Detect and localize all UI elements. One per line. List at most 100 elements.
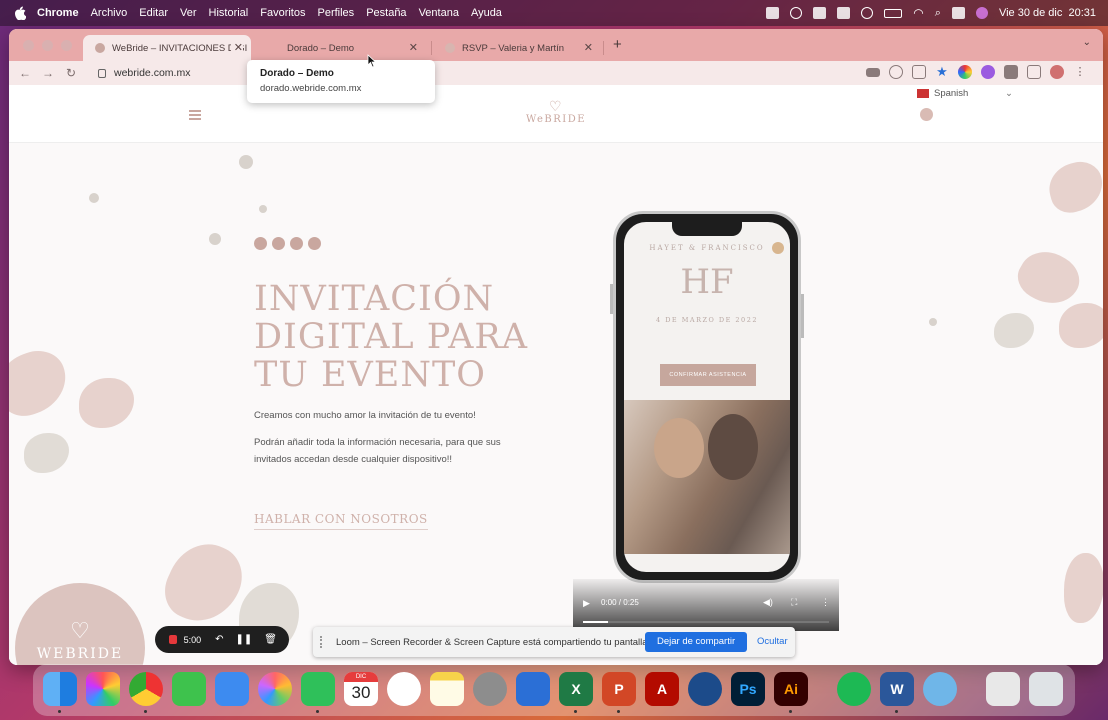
airdrop-icon[interactable] — [387, 672, 421, 706]
drag-handle-icon[interactable] — [320, 636, 326, 648]
play-status-icon[interactable] — [861, 7, 874, 19]
trash-can-icon[interactable] — [1029, 672, 1063, 706]
notes-icon[interactable] — [430, 672, 464, 706]
share-icon[interactable] — [912, 65, 926, 79]
confirm-attendance-button[interactable]: CONFIRMAR ASISTENCIA — [660, 364, 756, 386]
spotify-icon[interactable] — [837, 672, 871, 706]
language-selector[interactable]: Spanish ⌄ — [917, 88, 1013, 99]
facebook-icon[interactable] — [254, 237, 267, 250]
color-extension-icon[interactable] — [958, 65, 972, 79]
stop-sharing-button[interactable]: Dejar de compartir — [645, 632, 748, 652]
tab-separator — [431, 41, 432, 55]
spotlight-search-icon[interactable]: ⌕ — [935, 7, 941, 20]
menu-favoritos[interactable]: Favoritos — [260, 7, 305, 19]
video-progress-track[interactable] — [583, 621, 829, 623]
excel-icon[interactable]: X — [559, 672, 593, 706]
screen-record-icon[interactable] — [790, 7, 803, 19]
calendar-icon[interactable]: DIC 30 — [344, 672, 378, 706]
menu-archivo[interactable]: Archivo — [91, 7, 128, 19]
menu-ventana[interactable]: Ventana — [419, 7, 459, 19]
fullscreen-icon[interactable]: ⛶ — [791, 597, 797, 608]
address-bar[interactable]: webride.com.mx — [89, 63, 789, 83]
mail-icon[interactable] — [215, 672, 249, 706]
play-icon[interactable]: ▶ — [583, 598, 590, 609]
menu-ver[interactable]: Ver — [180, 7, 197, 19]
tab-webride[interactable]: WeBride – INVITACIONES DIGI ✕ — [83, 35, 251, 61]
forward-arrow-icon[interactable]: → — [41, 66, 55, 80]
site-header: ♡ WeBRIDE Spanish ⌄ — [9, 85, 1103, 143]
control-center-icon[interactable] — [951, 7, 965, 19]
camera-icon[interactable] — [866, 67, 880, 77]
menu-editar[interactable]: Editar — [139, 7, 168, 19]
url-text[interactable]: webride.com.mx — [114, 67, 190, 79]
couple-photo — [624, 400, 790, 554]
launchpad-icon[interactable] — [86, 672, 120, 706]
tab-search-chevron-icon[interactable]: ⌄ — [1083, 37, 1091, 48]
finder-face-icon[interactable] — [923, 672, 957, 706]
lock-icon[interactable] — [98, 68, 106, 78]
undo-icon[interactable]: ↶ — [215, 634, 223, 645]
bookmark-star-icon[interactable]: ★ — [935, 65, 949, 79]
tiktok-icon[interactable] — [308, 237, 321, 250]
finder-icon[interactable] — [43, 672, 77, 706]
back-arrow-icon[interactable]: ← — [18, 66, 32, 80]
documents-stack-icon[interactable] — [986, 672, 1020, 706]
zoom-window-button[interactable] — [61, 40, 72, 51]
phone-menu-icon[interactable] — [772, 242, 784, 254]
tab-hover-tooltip: Dorado – Demo dorado.webride.com.mx — [247, 60, 435, 103]
macos-dock: DIC 30 X P A Ps Ai W — [33, 664, 1075, 716]
word-icon[interactable]: W — [880, 672, 914, 706]
system-settings-icon[interactable] — [473, 672, 507, 706]
gear-extension-icon[interactable] — [981, 65, 995, 79]
photos-icon[interactable] — [258, 672, 292, 706]
close-window-button[interactable] — [23, 40, 34, 51]
instagram-icon[interactable] — [272, 237, 285, 250]
contact-cta-link[interactable]: HABLAR CON NOSOTROS — [254, 512, 428, 530]
trash-icon[interactable]: 🗑 — [264, 634, 277, 645]
volume-icon[interactable]: ◀) — [763, 597, 773, 608]
stop-recording-icon[interactable] — [169, 635, 177, 644]
photoshop-icon[interactable]: Ps — [731, 672, 765, 706]
whatsapp-app-icon[interactable] — [301, 672, 335, 706]
screen-capture-icon[interactable] — [516, 672, 550, 706]
reload-icon[interactable]: ↻ — [64, 66, 78, 80]
battery-icon[interactable] — [884, 8, 903, 18]
grid-status-icon[interactable] — [813, 7, 827, 19]
chrome-icon[interactable] — [129, 672, 163, 706]
messages-icon[interactable] — [172, 672, 206, 706]
site-logo[interactable]: ♡ WeBRIDE — [526, 100, 586, 125]
minimize-window-button[interactable] — [42, 40, 53, 51]
vpn-icon[interactable] — [688, 672, 722, 706]
siri-icon[interactable] — [975, 7, 988, 19]
tab-rsvp[interactable]: RSVP – Valeria y Martín ✕ — [433, 35, 601, 61]
hamburger-menu-icon[interactable] — [189, 110, 201, 122]
pause-icon[interactable]: ❚❚ — [236, 634, 253, 645]
loom-status-icon[interactable] — [766, 7, 780, 19]
side-panel-icon[interactable] — [1027, 65, 1041, 79]
tab-dorado[interactable]: Dorado – Demo ✕ — [258, 35, 426, 61]
video-more-icon[interactable]: ⋮ — [821, 597, 830, 608]
apple-menu-icon[interactable] — [13, 6, 27, 20]
menu-historial[interactable]: Historial — [209, 7, 249, 19]
acrobat-icon[interactable]: A — [645, 672, 679, 706]
window-status-icon[interactable] — [837, 7, 851, 19]
whatsapp-icon[interactable] — [290, 237, 303, 250]
powerpoint-icon[interactable]: P — [602, 672, 636, 706]
menu-pestana[interactable]: Pestaña — [366, 7, 406, 19]
menubar-clock[interactable]: Vie 30 de dic 20:31 — [999, 7, 1096, 19]
menu-perfiles[interactable]: Perfiles — [318, 7, 355, 19]
zoom-icon[interactable] — [889, 65, 903, 79]
extensions-puzzle-icon[interactable] — [1004, 65, 1018, 79]
more-menu-icon[interactable]: ⋮ — [1073, 65, 1087, 79]
illustrator-icon[interactable]: Ai — [774, 672, 808, 706]
hide-banner-button[interactable]: Ocultar — [757, 632, 788, 652]
wifi-icon[interactable]: ◠ — [913, 6, 923, 20]
menu-app-name[interactable]: Chrome — [37, 7, 79, 19]
profile-avatar[interactable] — [1050, 65, 1064, 79]
close-tab-icon[interactable]: ✕ — [584, 41, 593, 54]
menu-ayuda[interactable]: Ayuda — [471, 7, 502, 19]
close-tab-icon[interactable]: ✕ — [230, 41, 243, 54]
whatsapp-float-icon[interactable] — [920, 108, 933, 121]
new-tab-button[interactable]: + — [613, 36, 622, 53]
close-tab-icon[interactable]: ✕ — [409, 41, 418, 54]
